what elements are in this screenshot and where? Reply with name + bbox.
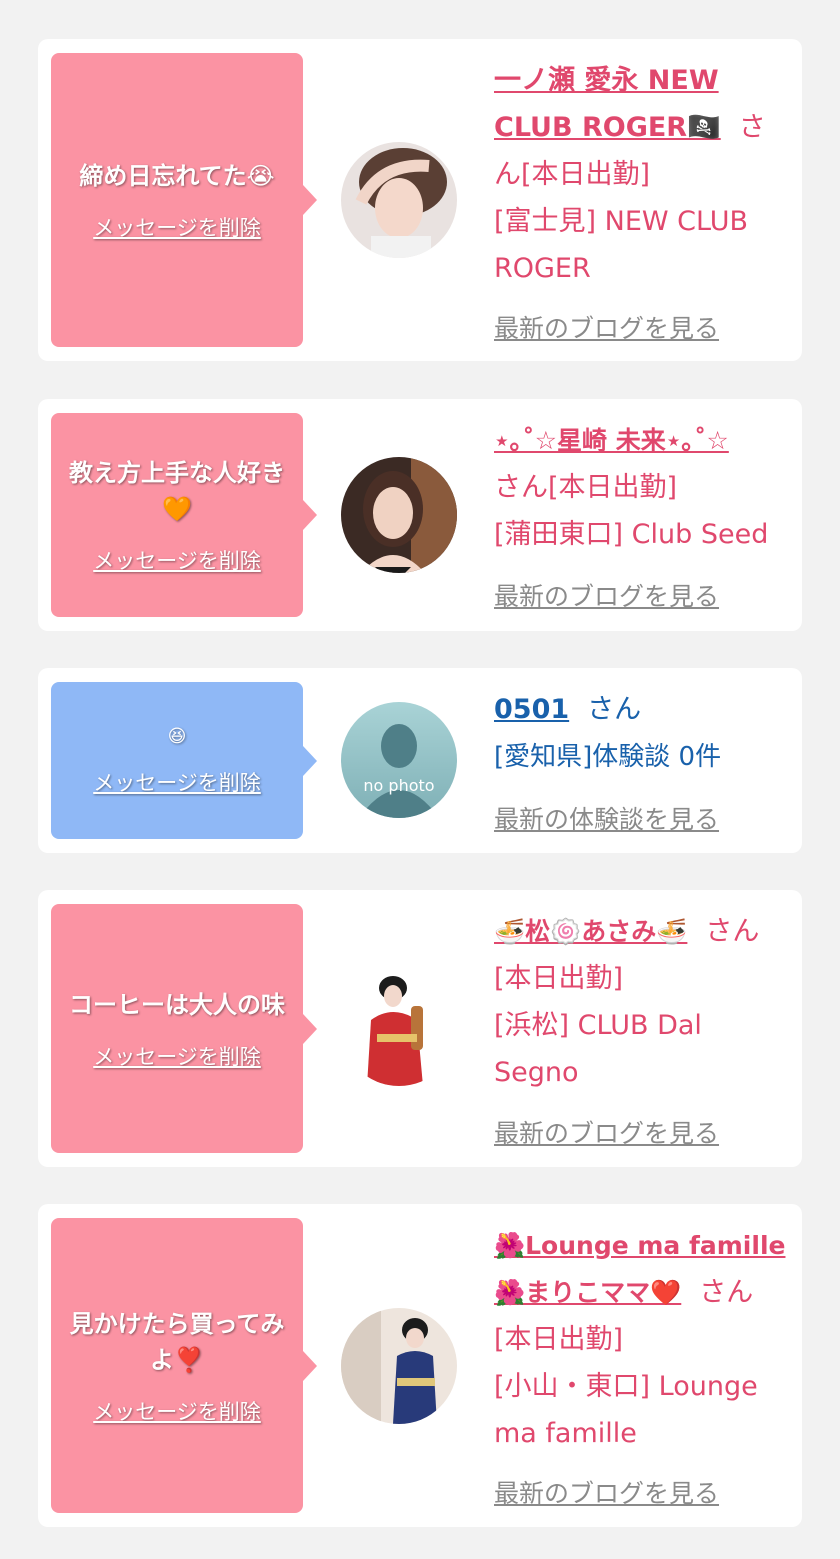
honorific: さん [699,1277,754,1308]
shop-text: [小山・東口] Lounge ma famille [494,1371,758,1449]
latest-blog-link[interactable]: 最新のブログを見る [494,309,719,345]
profile-name-link[interactable]: 🍜松🍥あさみ🍜 [494,917,687,946]
shop-text: [富士見] NEW CLUB ROGER [494,206,749,284]
message-card: 見かけたら買ってみよ❣️ メッセージを削除 🌺Lounge ma famille… [38,1204,802,1527]
avatar[interactable] [341,1308,457,1424]
latest-blog-link[interactable]: 最新のブログを見る [494,577,719,613]
message-text: 😆 [167,725,187,747]
status-text: [本日出勤] [521,159,651,190]
honorific: さん [705,916,760,947]
profile-info: 0501 さん [愛知県]体験談 0件 [494,686,788,781]
message-text: 見かけたら買ってみよ❣️ [69,1309,285,1374]
delete-message-link[interactable]: メッセージを削除 [93,545,261,575]
message-text: 締め日忘れてた😭 [79,162,275,190]
profile-name-link[interactable]: 一ノ瀬 愛永 NEW CLUB ROGER🏴‍☠️ [494,65,721,143]
message-text: コーヒーは大人の味 [69,990,285,1019]
status-text: [本日出勤] [494,1324,624,1355]
message-card: コーヒーは大人の味 メッセージを削除 🍜松🍥あさみ🍜 さん [本日出勤] [浜松] … [38,890,802,1167]
message-bubble: 見かけたら買ってみよ❣️ メッセージを削除 [51,1218,317,1513]
shop-text: [浜松] CLUB Dal Segno [494,1010,702,1088]
latest-review-link[interactable]: 最新の体験談を見る [494,800,719,836]
profile-name-link[interactable]: 0501 [494,694,569,725]
message-card: 😆 メッセージを削除 no photo 0501 さん [愛知県]体験談 0件 最… [38,668,802,853]
no-photo-label: no photo [363,776,435,795]
profile-info: ⋆｡˚☆星崎 未来⋆｡˚☆ さん[本日出勤] [蒲田東口] Club Seed [494,417,788,558]
honorific: さん [587,694,642,725]
profile-name-link[interactable]: ⋆｡˚☆星崎 未来⋆｡˚☆ [494,426,729,455]
status-text: [本日出勤] [494,963,624,994]
status-text: [本日出勤] [548,472,678,503]
latest-blog-link[interactable]: 最新のブログを見る [494,1114,719,1150]
profile-info: 🍜松🍥あさみ🍜 さん [本日出勤] [浜松] CLUB Dal Segno [494,908,788,1096]
delete-message-link[interactable]: メッセージを削除 [93,212,261,242]
shop-text: [愛知県]体験談 0件 [494,742,722,772]
honorific: さん [494,472,548,503]
profile-info: 一ノ瀬 愛永 NEW CLUB ROGER🏴‍☠️ さん[本日出勤] [富士見] … [494,57,788,292]
message-bubble: コーヒーは大人の味 メッセージを削除 [51,904,317,1153]
message-bubble: 締め日忘れてた😭 メッセージを削除 [51,53,317,347]
message-card: 教え方上手な人好き🧡 メッセージを削除 ⋆｡˚☆星崎 未来⋆｡˚☆ さん[本日出… [38,399,802,631]
delete-message-link[interactable]: メッセージを削除 [93,1041,261,1071]
avatar[interactable] [341,970,457,1086]
avatar-no-photo[interactable]: no photo [341,702,457,818]
avatar[interactable] [341,142,457,258]
message-card: 締め日忘れてた😭 メッセージを削除 一ノ瀬 愛永 NEW CLUB ROGER🏴… [38,39,802,361]
shop-text: [蒲田東口] Club Seed [494,519,769,550]
profile-info: 🌺Lounge ma famille 🌺まりこママ❤️ さん[本日出勤] [小山・… [494,1222,788,1457]
delete-message-link[interactable]: メッセージを削除 [93,1396,261,1426]
delete-message-link[interactable]: メッセージを削除 [93,767,261,797]
avatar[interactable] [341,457,457,573]
latest-blog-link[interactable]: 最新のブログを見る [494,1474,719,1510]
message-bubble: 😆 メッセージを削除 [51,682,317,839]
message-bubble: 教え方上手な人好き🧡 メッセージを削除 [51,413,317,617]
message-text: 教え方上手な人好き🧡 [69,459,285,523]
